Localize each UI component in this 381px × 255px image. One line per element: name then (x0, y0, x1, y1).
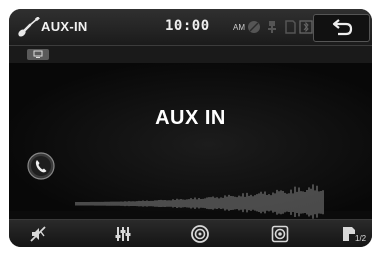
usb-icon (268, 21, 276, 33)
clock-ampm: AM (233, 23, 245, 32)
mute-icon[interactable] (29, 225, 47, 243)
guitar-icon (18, 17, 40, 37)
main-area: AUX IN (9, 63, 372, 219)
screen-mode-icon (33, 50, 43, 58)
bottom-bar: 1/2 (9, 219, 372, 247)
clock: 10:00 (165, 18, 210, 34)
bluetooth-icon (299, 20, 313, 34)
disc-icon (248, 21, 260, 33)
top-bar: AUX-IN 10:00 AM (9, 9, 372, 46)
equalizer-icon[interactable] (114, 225, 132, 243)
back-button[interactable] (313, 14, 370, 42)
head-unit-screen: AUX-IN 10:00 AM AUX IN 1/2 (9, 9, 372, 247)
source-title: AUX-IN (41, 19, 88, 34)
aux-in-title: AUX IN (155, 107, 226, 129)
sub-bar (9, 46, 372, 63)
disc-source-icon[interactable] (191, 225, 209, 243)
back-arrow-icon (332, 19, 353, 36)
screen-mode-button[interactable] (27, 49, 49, 60)
speaker-icon[interactable] (271, 225, 289, 243)
sd-card-icon (285, 20, 296, 34)
page-indicator: 1/2 (355, 234, 367, 243)
phone-icon[interactable] (27, 152, 55, 180)
